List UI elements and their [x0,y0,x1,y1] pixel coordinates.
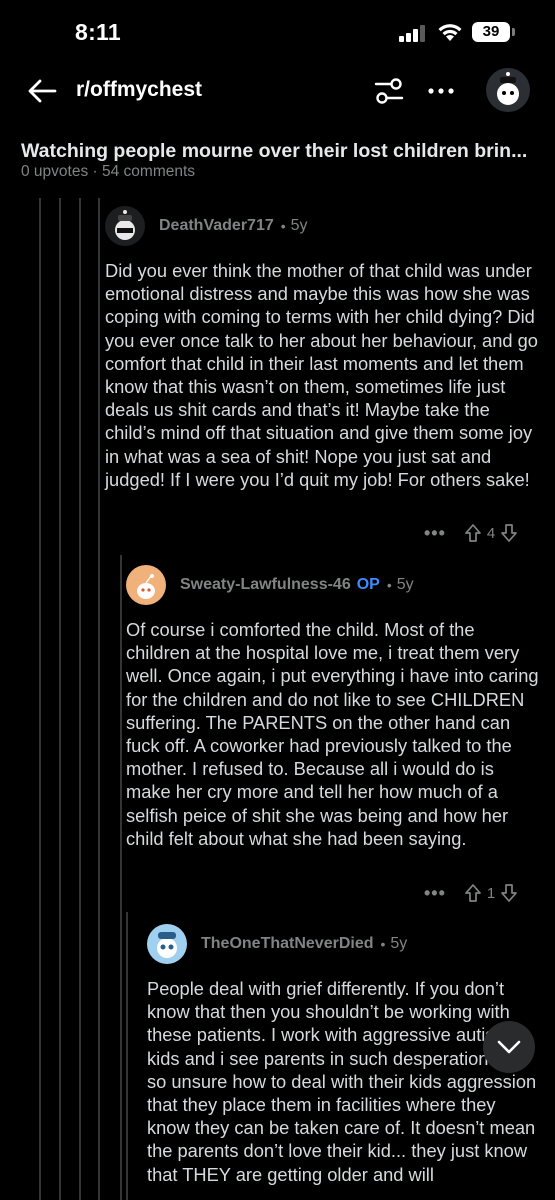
comment-actions: ••• 4 [424,520,518,546]
comment-age: 5y [290,217,308,234]
sort-filter-button[interactable] [372,74,406,108]
battery-nub [512,28,515,36]
avatar[interactable] [105,206,145,246]
separator-dot: • [386,577,392,593]
more-options-button[interactable] [426,74,456,108]
comment-author[interactable]: TheOneThatNeverDied [201,935,373,953]
upvote-button[interactable] [464,523,482,543]
signal-icon [399,25,427,42]
back-button[interactable] [25,74,59,108]
post-title[interactable]: Watching people mourne over their lost c… [21,140,546,163]
comment-author[interactable]: Sweaty-Lawfulness-46 [180,576,351,594]
comment-body: Did you ever think the mother of that ch… [105,260,538,490]
subreddit-name[interactable]: r/offmychest [76,78,202,102]
wifi-icon [438,24,462,41]
battery-indicator: 39 [472,22,510,42]
comment-header: Sweaty-Lawfulness-46 OP • 5y [126,565,414,605]
comment-age: 5y [390,935,408,952]
upvote-button[interactable] [464,883,482,903]
thread-line[interactable] [126,912,128,1200]
comment-body: People deal with grief differently. If y… [147,978,537,1185]
sort-filter-icon [374,78,404,104]
thread-line[interactable] [120,555,122,1200]
status-time: 8:11 [75,19,121,45]
snoo-avatar-icon [115,210,135,240]
thread-line[interactable] [39,198,41,1200]
snoo-avatar-icon [157,932,177,958]
thread-line[interactable] [79,198,81,1200]
comment-author[interactable]: DeathVader717 [159,217,274,235]
scroll-down-button[interactable] [483,1021,535,1073]
arrow-left-icon [28,79,57,103]
comment-more-button[interactable]: ••• [424,523,446,544]
avatar[interactable] [126,565,166,605]
status-bar: 8:11 39 [0,0,555,64]
upvote-arrow-icon [465,524,481,542]
more-dots-icon [428,88,454,94]
downvote-button[interactable] [500,883,518,903]
downvote-arrow-icon [501,524,518,542]
separator-dot: • [280,218,286,234]
separator-dot: • [380,936,386,952]
comment-header: TheOneThatNeverDied • 5y [147,924,407,964]
comment-actions: ••• 1 [424,880,518,906]
avatar[interactable] [147,924,187,964]
top-nav-bar: r/offmychest [0,64,555,124]
snoo-avatar-icon [497,72,519,105]
snoo-avatar-icon [137,574,155,599]
post-meta: 0 upvotes · 54 comments [21,163,196,180]
vote-score: 1 [486,884,496,902]
comment-body: Of course i comforted the child. Most of… [126,619,539,849]
vote-score: 4 [486,524,496,542]
comment-more-button[interactable]: ••• [424,883,446,904]
op-badge: OP [356,576,380,593]
thread-line[interactable] [59,198,61,1200]
chevron-down-icon [497,1040,521,1054]
thread-line[interactable] [98,198,100,1200]
downvote-button[interactable] [500,523,518,543]
comment-header: DeathVader717 • 5y [105,206,308,246]
downvote-arrow-icon [501,884,518,902]
user-avatar[interactable] [486,68,530,112]
upvote-arrow-icon [465,884,481,902]
comment-age: 5y [396,576,414,593]
